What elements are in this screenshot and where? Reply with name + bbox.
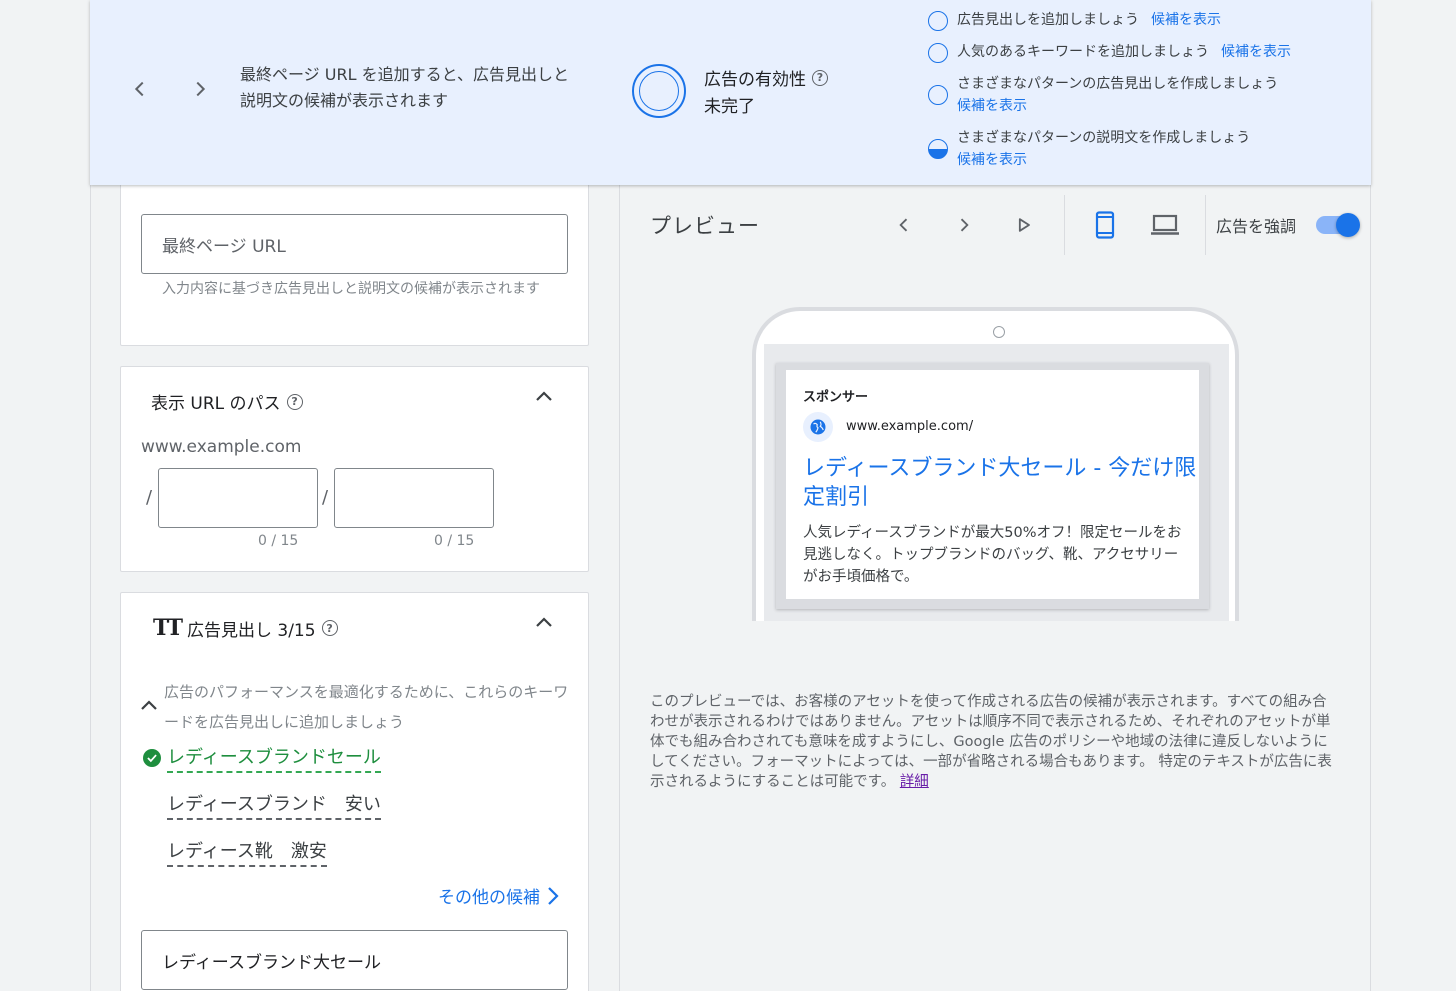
chevron-right-icon bbox=[548, 886, 559, 905]
prev-arrow-button[interactable] bbox=[125, 74, 155, 104]
check-circle-icon bbox=[143, 749, 161, 767]
ad-strength-banner: 最終ページ URL を追加すると、広告見出しと説明文の候補が表示されます 広告の… bbox=[90, 0, 1371, 185]
laptop-icon bbox=[1151, 214, 1179, 235]
show-suggestions-link[interactable]: 候補を表示 bbox=[1151, 12, 1221, 28]
show-suggestions-link[interactable]: 候補を表示 bbox=[957, 95, 1278, 117]
learn-more-link[interactable]: 詳細 bbox=[900, 774, 929, 790]
chevron-left-icon bbox=[134, 81, 144, 97]
empty-circle-icon bbox=[928, 11, 948, 31]
play-icon bbox=[1018, 218, 1030, 232]
preview-next-button[interactable] bbox=[946, 207, 982, 243]
ad-strength-heading: 広告の有効性 ? bbox=[704, 65, 828, 90]
path-separator: / bbox=[146, 487, 153, 508]
final-url-input[interactable]: 最終ページ URL bbox=[141, 214, 568, 274]
toolbar-divider bbox=[1064, 195, 1065, 255]
highlight-ad-toggle[interactable] bbox=[1316, 213, 1360, 237]
help-icon[interactable]: ? bbox=[286, 393, 303, 410]
banner-message: 最終ページ URL を追加すると、広告見出しと説明文の候補が表示されます bbox=[240, 65, 569, 110]
display-url-base: www.example.com bbox=[141, 437, 302, 457]
phone-icon bbox=[1095, 211, 1115, 239]
ad-display-url: www.example.com/ bbox=[846, 419, 974, 434]
preview-title: プレビュー bbox=[650, 214, 760, 238]
empty-circle-icon bbox=[928, 85, 948, 105]
mobile-view-button[interactable] bbox=[1087, 207, 1123, 243]
column-divider bbox=[619, 185, 620, 991]
chevron-right-icon bbox=[196, 81, 206, 97]
path1-counter: 0 / 15 bbox=[258, 533, 299, 549]
ad-strength-ring bbox=[632, 64, 686, 118]
headlines-heading: TT 広告見出し 3/15 ? bbox=[153, 615, 338, 641]
toolbar-divider bbox=[1205, 195, 1206, 255]
ad-sponsor-label: スポンサー bbox=[803, 390, 869, 405]
display-path-title: 表示 URL のパス bbox=[151, 394, 281, 414]
final-url-hint: 入力内容に基づき広告見出しと説明文の候補が表示されます bbox=[162, 281, 540, 297]
chevron-right-icon bbox=[960, 218, 969, 232]
highlight-ad-label: 広告を強調 bbox=[1216, 217, 1297, 236]
tip-text: さまざまなパターンの広告見出しを作成しましょう bbox=[957, 76, 1279, 92]
preview-disclaimer-text: このプレビューでは、お客様のアセットを使って作成される広告の候補が表示されます。… bbox=[650, 694, 1332, 790]
preview-prev-button[interactable] bbox=[886, 207, 922, 243]
display-path-card: 表示 URL のパス ? www.example.com / / 0 / 15 … bbox=[120, 366, 589, 572]
headlines-title: 広告見出し 3/15 bbox=[186, 620, 316, 641]
ad-headline[interactable]: レディースブランド大セール - 今だけ限定割引 bbox=[803, 454, 1198, 512]
chevron-up-icon[interactable] bbox=[532, 385, 556, 409]
help-icon[interactable]: ? bbox=[321, 620, 338, 636]
final-url-card: 最終ページ URL 入力内容に基づき広告見出しと説明文の候補が表示されます bbox=[120, 180, 589, 346]
next-arrow-button[interactable] bbox=[185, 74, 215, 104]
tip-text: 広告見出しを追加しましょう bbox=[957, 12, 1139, 28]
show-suggestions-link[interactable]: 候補を表示 bbox=[1221, 44, 1291, 60]
show-suggestions-link[interactable]: 候補を表示 bbox=[957, 149, 1250, 171]
tip-text: さまざまなパターンの説明文を作成しましょう bbox=[957, 130, 1251, 146]
path1-input[interactable] bbox=[158, 468, 318, 528]
keyword-suggestion[interactable]: レディースブランド 安い bbox=[167, 793, 381, 820]
path2-counter: 0 / 15 bbox=[434, 533, 475, 549]
keyword-suggestion[interactable]: レディース靴 激安 bbox=[167, 840, 327, 867]
text-format-icon: TT bbox=[153, 615, 183, 641]
path-separator: / bbox=[322, 487, 329, 508]
desktop-view-button[interactable] bbox=[1147, 207, 1183, 243]
headline-1-input[interactable]: レディースブランド大セール bbox=[141, 930, 568, 990]
ad-preview-card: スポンサー www.example.com/ レディースブランド大セール - 今… bbox=[776, 363, 1209, 609]
keyword-suggestion[interactable]: レディースブランドセール bbox=[167, 746, 381, 773]
preview-play-button[interactable] bbox=[1006, 207, 1042, 243]
empty-circle-icon bbox=[928, 43, 948, 63]
tip-text: 人気のあるキーワードを追加しましょう bbox=[957, 44, 1209, 60]
help-icon[interactable]: ? bbox=[812, 69, 828, 86]
chevron-up-icon[interactable] bbox=[532, 611, 556, 635]
chevron-left-icon bbox=[899, 218, 908, 232]
ad-strength-title: 広告の有効性 bbox=[704, 70, 806, 90]
display-path-heading: 表示 URL のパス ? bbox=[151, 389, 303, 414]
path2-input[interactable] bbox=[334, 468, 494, 528]
more-suggestions-link[interactable]: その他の候補 bbox=[438, 883, 560, 908]
phone-camera bbox=[993, 326, 1005, 338]
collapse-suggestions-icon[interactable] bbox=[137, 694, 161, 718]
globe-icon bbox=[803, 412, 833, 442]
preview-disclaimer: このプレビューでは、お客様のアセットを使って作成される広告の候補が表示されます。… bbox=[650, 692, 1340, 792]
half-circle-icon bbox=[928, 139, 948, 159]
phone-preview-frame: スポンサー www.example.com/ レディースブランド大セール - 今… bbox=[752, 307, 1239, 621]
ad-strength-status: 未完了 bbox=[704, 97, 755, 117]
more-suggestions-label: その他の候補 bbox=[438, 888, 540, 908]
keyword-suggestion-hint: 広告のパフォーマンスを最適化するために、これらのキーワードを広告見出しに追加しま… bbox=[164, 683, 569, 731]
ad-description: 人気レディースブランドが最大50%オフ！限定セールをお見逃しなく。トップブランド… bbox=[803, 525, 1182, 585]
headlines-card: TT 広告見出し 3/15 ? 広告のパフォーマンスを最適化するために、これらの… bbox=[120, 592, 589, 991]
